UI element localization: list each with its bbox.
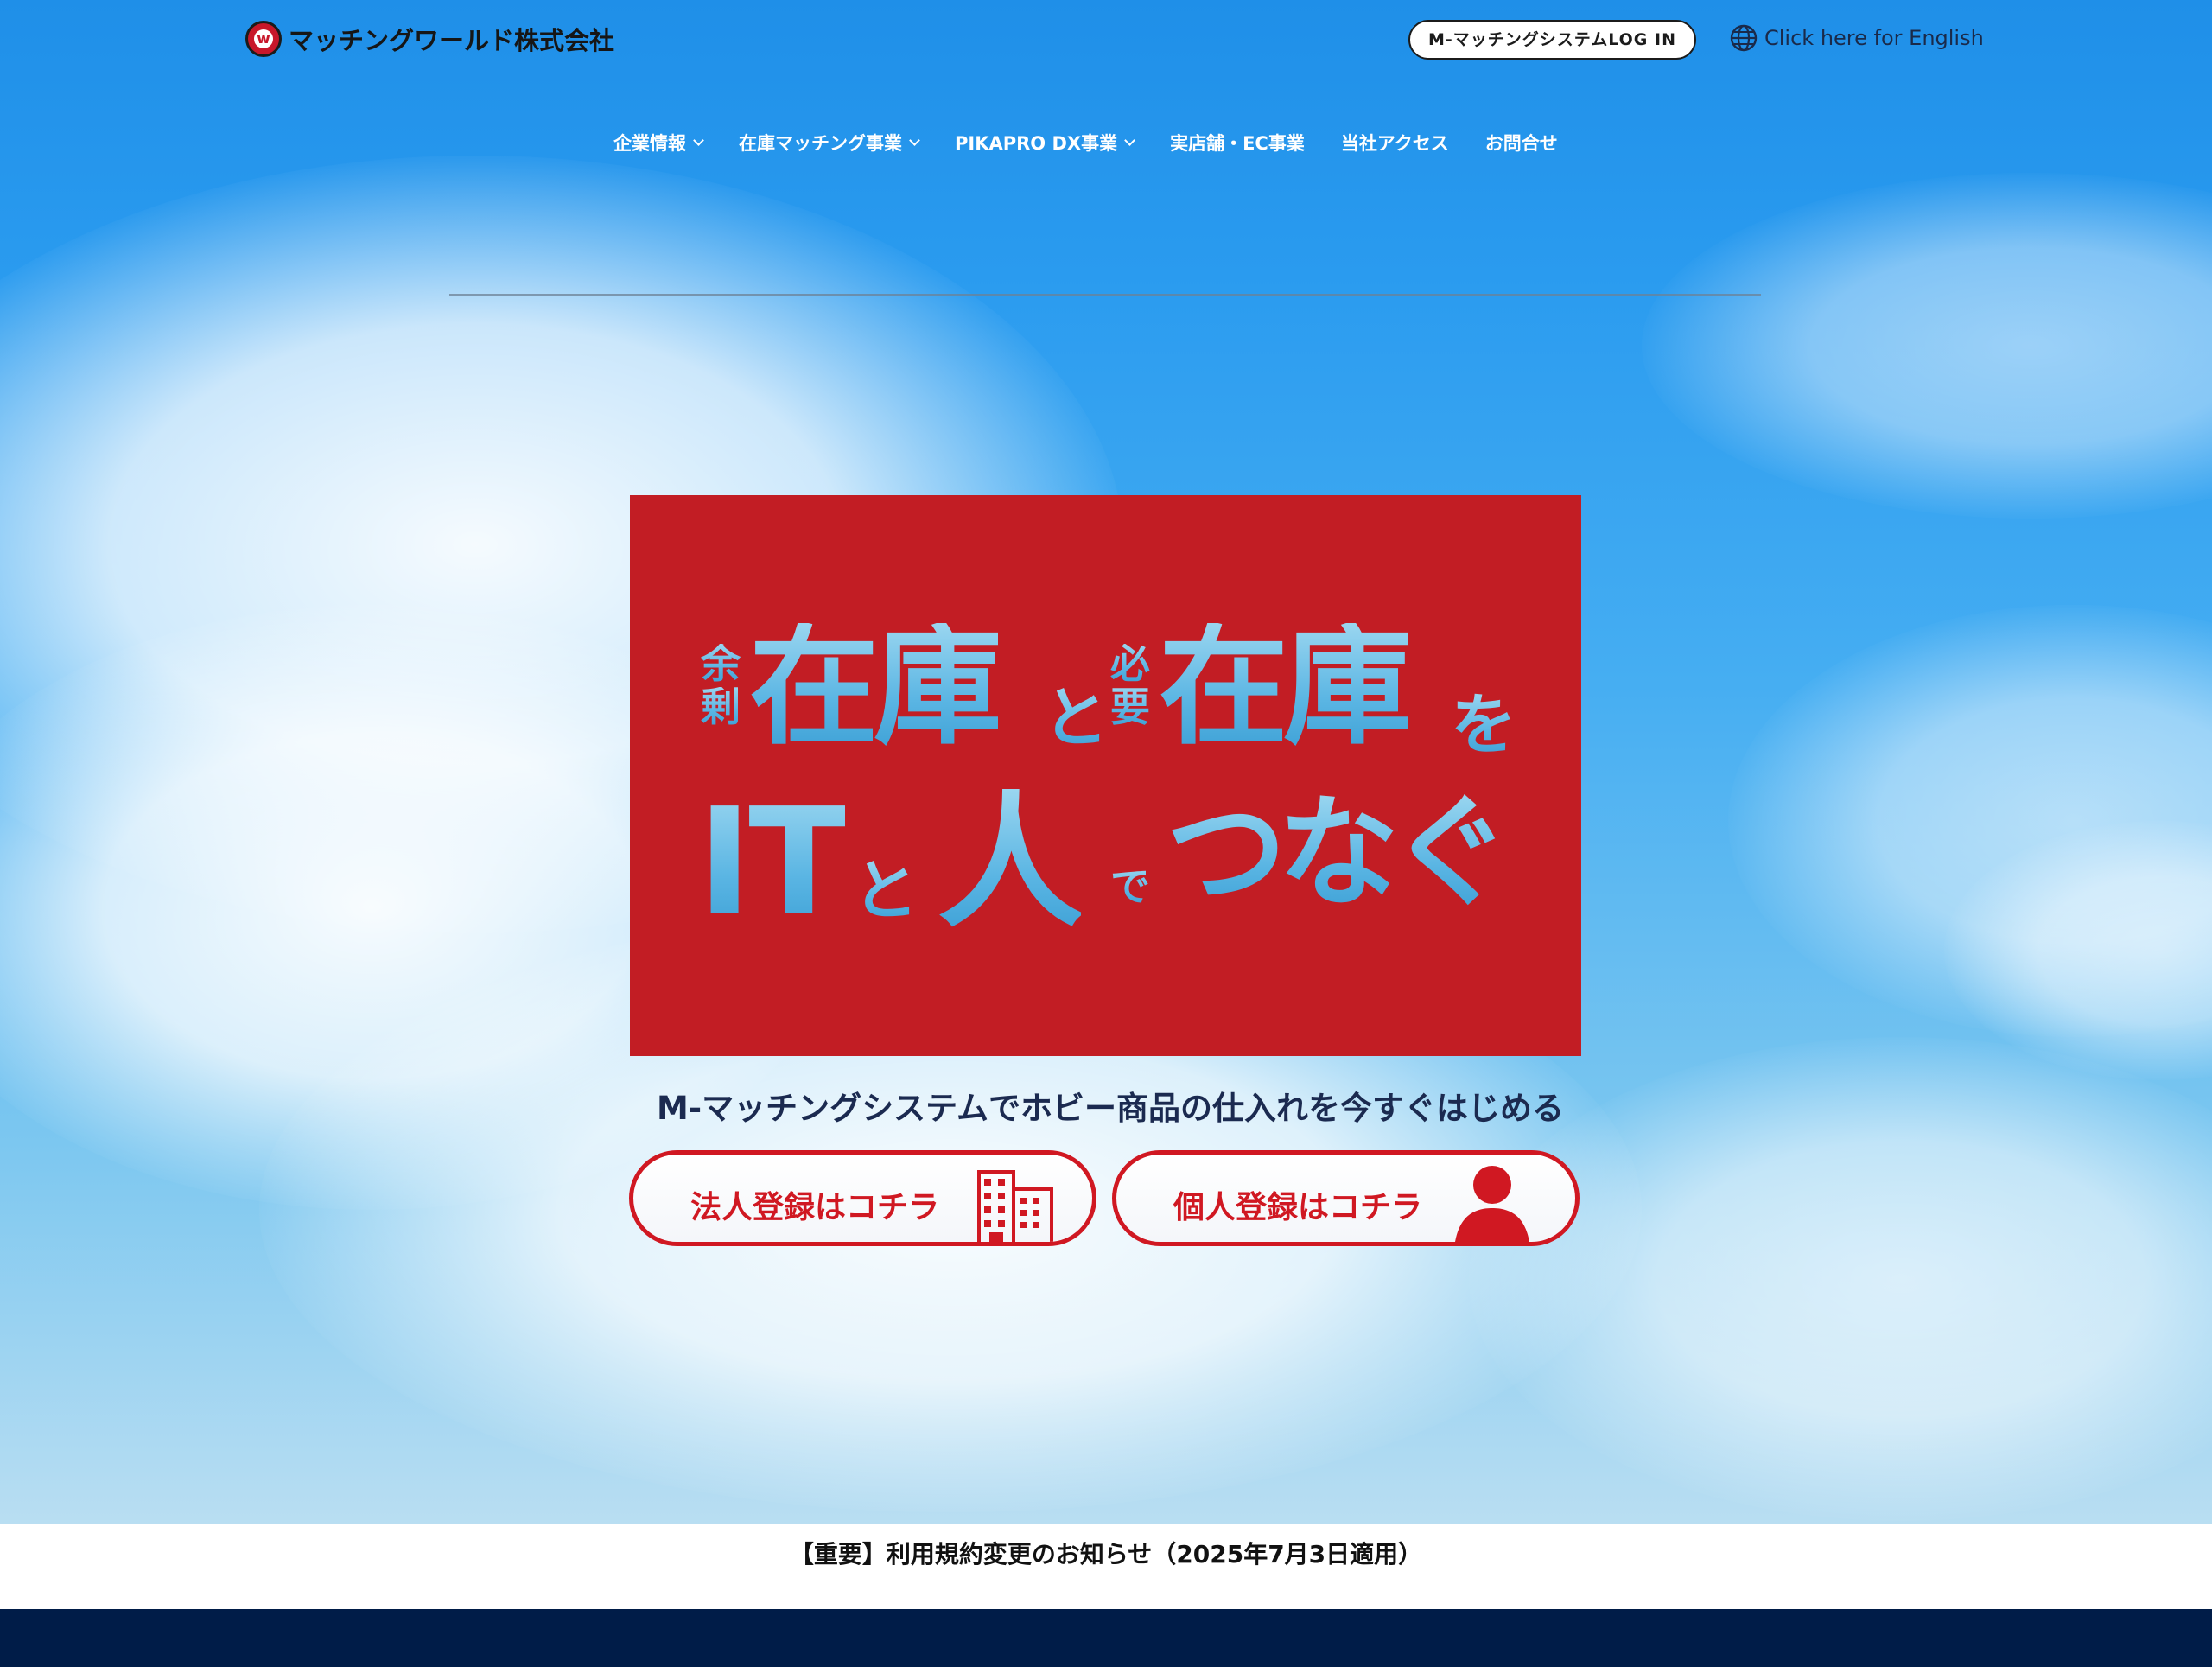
english-label: Click here for English <box>1764 26 1984 50</box>
login-button[interactable]: M-マッチングシステムLOG IN <box>1408 20 1696 60</box>
nav-item-label: お問合せ <box>1484 133 1558 154</box>
banner-surplus-bottom: 剰 <box>701 684 741 730</box>
company-logo[interactable]: w マッチングワールド株式会社 <box>245 21 614 57</box>
nav-item-label: PIKAPRO DX事業 <box>955 133 1118 154</box>
corporate-register-label: 法人登録はコチラ <box>690 1190 940 1225</box>
nav-item-pikapro-dx[interactable]: PIKAPRO DX事業 <box>955 130 1135 156</box>
building-icon <box>977 1170 1053 1242</box>
globe-icon <box>1730 24 1758 52</box>
banner-needed-top: 必 <box>1110 640 1150 687</box>
banner-to-2: と <box>853 852 918 929</box>
banner-stock-2: 在庫 <box>1159 613 1413 763</box>
nav-item-store-ec[interactable]: 実店舗・EC事業 <box>1170 130 1305 156</box>
main-nav: 企業情報 在庫マッチング事業 PIKAPRO DX事業 実店舗・EC事業 当社ア… <box>613 130 1558 156</box>
chevron-down-icon <box>1124 135 1135 146</box>
personal-register-label: 個人登録はコチラ <box>1173 1190 1423 1225</box>
important-notice-link[interactable]: 【重要】利用規約変更のお知らせ（2025年7月3日適用） <box>0 1524 2212 1609</box>
logo-mark-icon: w <box>245 21 282 57</box>
nav-item-label: 当社アクセス <box>1340 133 1449 154</box>
nav-item-access[interactable]: 当社アクセス <box>1341 130 1449 156</box>
banner-surplus-top: 余 <box>701 640 741 687</box>
nav-item-label: 実店舗・EC事業 <box>1170 133 1305 154</box>
banner-needed-bottom: 要 <box>1110 684 1150 730</box>
header-divider <box>449 294 1761 296</box>
footer-bar <box>0 1609 2212 1667</box>
corporate-register-button[interactable]: 法人登録はコチラ <box>629 1150 1096 1246</box>
personal-register-button[interactable]: 個人登録はコチラ <box>1112 1150 1580 1246</box>
nav-item-label: 在庫マッチング事業 <box>739 133 902 154</box>
banner-wo: を <box>1451 686 1516 763</box>
english-link[interactable]: Click here for English <box>1730 24 1984 52</box>
banner-connect: つなぐ <box>1166 783 1511 924</box>
hero-section: w マッチングワールド株式会社 M-マッチングシステムLOG IN Click … <box>0 0 2212 1524</box>
company-name: マッチングワールド株式会社 <box>289 26 615 55</box>
chevron-down-icon <box>693 135 704 146</box>
nav-item-company[interactable]: 企業情報 <box>613 130 704 156</box>
nav-item-label: 企業情報 <box>613 133 686 154</box>
banner-stock-1: 在庫 <box>749 613 1003 763</box>
banner-de: で <box>1110 863 1150 910</box>
banner-to-1: と <box>1043 679 1109 756</box>
chevron-down-icon <box>909 135 920 146</box>
banner-person: 人 <box>938 777 1084 948</box>
logo-letter: w <box>254 29 273 48</box>
person-icon <box>1455 1166 1529 1242</box>
hero-banner: 余 剰 在庫 と 必 要 在庫 を IT と 人 で つなぐ <box>630 495 1581 1056</box>
banner-it: IT <box>697 777 849 948</box>
cloud <box>1642 173 2212 519</box>
nav-item-contact[interactable]: お問合せ <box>1485 130 1558 156</box>
nav-item-inventory-matching[interactable]: 在庫マッチング事業 <box>739 130 920 156</box>
hero-subline: M-マッチングシステムでホビー商品の仕入れを今すぐはじめる <box>656 1090 1565 1127</box>
